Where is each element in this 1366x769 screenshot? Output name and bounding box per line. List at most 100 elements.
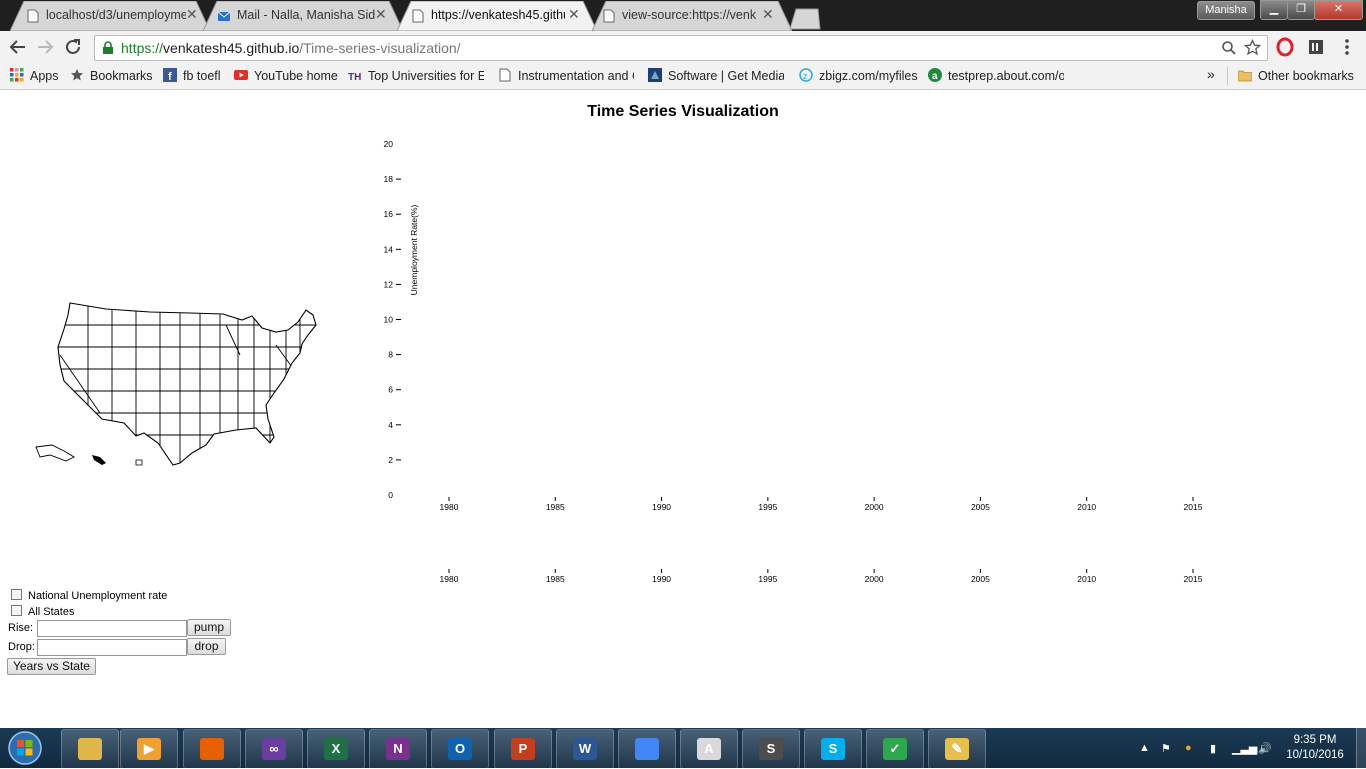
bookmark-zbigz[interactable]: z zbigz.com/myfiles bbox=[799, 68, 918, 83]
tab-title: Mail - Nalla, Manisha Sid bbox=[237, 8, 375, 22]
text-editor-taskbar-button[interactable]: A bbox=[680, 729, 738, 769]
folder-icon bbox=[1238, 70, 1252, 82]
excel-taskbar-button[interactable]: X bbox=[307, 729, 365, 769]
tab-mail[interactable]: Mail - Nalla, Manisha Sid ✕ bbox=[203, 1, 403, 31]
y-tick-label: 8 bbox=[388, 350, 393, 360]
onenote-taskbar-button[interactable]: N bbox=[369, 729, 427, 769]
powerpoint-taskbar-button[interactable]: P bbox=[494, 729, 552, 769]
back-icon[interactable] bbox=[7, 36, 29, 58]
bookmarks-overflow-button[interactable]: » bbox=[1207, 66, 1215, 82]
bookmark-instrumentation[interactable]: Instrumentation and C bbox=[498, 68, 634, 83]
youtube-icon bbox=[234, 70, 248, 80]
national-rate-row[interactable]: National Unemployment rate bbox=[8, 589, 167, 602]
y-tick-label: 16 bbox=[384, 209, 394, 219]
profile-button[interactable]: Manisha bbox=[1197, 1, 1255, 20]
brush-x-tick-label: 1985 bbox=[546, 574, 565, 584]
pump-button[interactable]: pump bbox=[187, 619, 231, 636]
national-rate-checkbox[interactable] bbox=[11, 589, 22, 600]
us-states-map[interactable] bbox=[30, 295, 322, 470]
drop-button[interactable]: drop bbox=[187, 638, 226, 655]
skype-taskbar-button[interactable]: S bbox=[804, 729, 862, 769]
maximize-button[interactable]: ❐ bbox=[1287, 0, 1315, 20]
y-tick-label: 2 bbox=[388, 455, 393, 465]
close-tab-icon[interactable]: ✕ bbox=[568, 6, 580, 23]
show-hidden-icons-icon[interactable]: ▲ bbox=[1139, 742, 1150, 754]
bookmark-apps[interactable]: Apps bbox=[10, 68, 59, 83]
brush-axis[interactable]: 1980 1985 1990 1995 2000 2005 2010 2015 bbox=[440, 569, 1203, 584]
paint-icon: ✎ bbox=[945, 738, 969, 760]
file-explorer-taskbar-button[interactable] bbox=[61, 729, 119, 769]
skype-icon: S bbox=[821, 738, 845, 760]
x-tick-label: 2000 bbox=[865, 502, 884, 512]
tab-localhost[interactable]: localhost/d3/unemployme ✕ bbox=[10, 1, 210, 31]
battery-icon[interactable]: ▮ bbox=[1210, 742, 1216, 755]
page-icon bbox=[499, 68, 511, 82]
x-tick-label: 2010 bbox=[1077, 502, 1096, 512]
alaska-shape bbox=[35, 444, 75, 462]
tab-title: https://venkatesh45.githu bbox=[431, 8, 565, 22]
brush-x-tick-label: 2005 bbox=[971, 574, 990, 584]
bookmark-star-icon[interactable] bbox=[1244, 39, 1261, 56]
url-host: venkatesh45.github.io bbox=[163, 40, 300, 56]
bookmark-fb-toefl[interactable]: f fb toefl bbox=[163, 68, 221, 83]
opera-icon[interactable] bbox=[1274, 36, 1296, 58]
bookmark-label: zbigz.com/myfiles bbox=[819, 69, 918, 83]
action-center-flag-icon[interactable]: ⚑ bbox=[1161, 742, 1171, 755]
bookmarks-bar: Apps Bookmarks f fb toefl YouTube home TH… bbox=[0, 63, 1366, 90]
paint-taskbar-button[interactable]: ✎ bbox=[928, 729, 986, 769]
security-shield-taskbar-button[interactable]: ✓ bbox=[866, 729, 924, 769]
new-tab-button[interactable] bbox=[788, 7, 822, 31]
menu-icon[interactable] bbox=[1336, 36, 1358, 58]
text-editor-icon: A bbox=[697, 738, 721, 760]
zoom-icon[interactable] bbox=[1221, 40, 1237, 56]
drop-input[interactable] bbox=[37, 639, 187, 656]
update-icon[interactable]: ● bbox=[1185, 742, 1192, 754]
extension-icon[interactable] bbox=[1305, 36, 1327, 58]
x-tick-label: 2015 bbox=[1184, 502, 1203, 512]
clock-date: 10/10/2016 bbox=[1286, 749, 1344, 761]
x-tick-label: 1995 bbox=[758, 502, 777, 512]
all-states-checkbox[interactable] bbox=[11, 605, 22, 616]
tab-view-source[interactable]: view-source:https://venk ✕ bbox=[592, 1, 792, 31]
bookmark-software[interactable]: Software | Get Media bbox=[648, 68, 784, 83]
media-player-taskbar-button[interactable]: ▶ bbox=[120, 729, 178, 769]
firefox-taskbar-button[interactable] bbox=[183, 729, 241, 769]
bookmark-bookmarks[interactable]: Bookmarks bbox=[70, 68, 153, 83]
forward-icon[interactable] bbox=[34, 36, 56, 58]
visual-studio-taskbar-button[interactable]: ∞ bbox=[245, 729, 303, 769]
svg-text:f: f bbox=[168, 71, 172, 82]
network-signal-icon[interactable]: ▁▃▅ bbox=[1232, 742, 1257, 755]
minimize-button[interactable]: ▁ bbox=[1260, 0, 1288, 20]
bookmark-testprep[interactable]: a testprep.about.com/o bbox=[928, 68, 1064, 83]
volume-icon[interactable]: 🔊 bbox=[1258, 742, 1272, 755]
show-desktop-button[interactable] bbox=[1356, 728, 1366, 768]
years-vs-state-button[interactable]: Years vs State bbox=[7, 658, 96, 675]
bookmark-youtube[interactable]: YouTube home bbox=[234, 68, 338, 83]
bookmark-label: Top Universities for Er bbox=[368, 69, 484, 83]
close-tab-icon[interactable]: ✕ bbox=[375, 6, 387, 23]
x-tick-label: 1985 bbox=[546, 502, 565, 512]
chrome-taskbar-button[interactable] bbox=[618, 729, 676, 769]
page-icon bbox=[27, 9, 39, 23]
other-bookmarks[interactable]: Other bookmarks bbox=[1238, 68, 1354, 83]
system-clock[interactable]: 9:35 PM 10/10/2016 bbox=[1280, 733, 1350, 763]
all-states-row[interactable]: All States bbox=[8, 605, 74, 618]
page-title: Time Series Visualization bbox=[587, 103, 779, 120]
firefox-icon bbox=[200, 738, 224, 760]
start-button-icon[interactable] bbox=[6, 730, 44, 766]
close-tab-icon[interactable]: ✕ bbox=[762, 6, 774, 23]
window-close-button[interactable]: ✕ bbox=[1314, 0, 1363, 20]
time-series-chart[interactable]: 0 2 4 6 8 10 12 14 16 18 20 Unemployment Rate(%) 1… bbox=[375, 138, 1235, 590]
bookmark-top-universities[interactable]: TH Top Universities for Er bbox=[348, 68, 484, 83]
sublime-taskbar-button[interactable]: S bbox=[742, 729, 800, 769]
x-axis: 1980 1985 1990 1995 2000 2005 2010 2015 bbox=[440, 497, 1203, 512]
outlook-taskbar-button[interactable]: O bbox=[431, 729, 489, 769]
word-taskbar-button[interactable]: W bbox=[556, 729, 614, 769]
reload-icon[interactable] bbox=[62, 36, 84, 58]
address-bar[interactable]: https://venkatesh45.github.io/Time-serie… bbox=[94, 35, 1268, 61]
tab-active[interactable]: https://venkatesh45.githu ✕ bbox=[397, 1, 597, 31]
chrome-icon bbox=[635, 738, 659, 760]
close-tab-icon[interactable]: ✕ bbox=[186, 6, 198, 23]
bookmark-label: Software | Get Media bbox=[668, 69, 784, 83]
rise-input[interactable] bbox=[37, 620, 187, 637]
